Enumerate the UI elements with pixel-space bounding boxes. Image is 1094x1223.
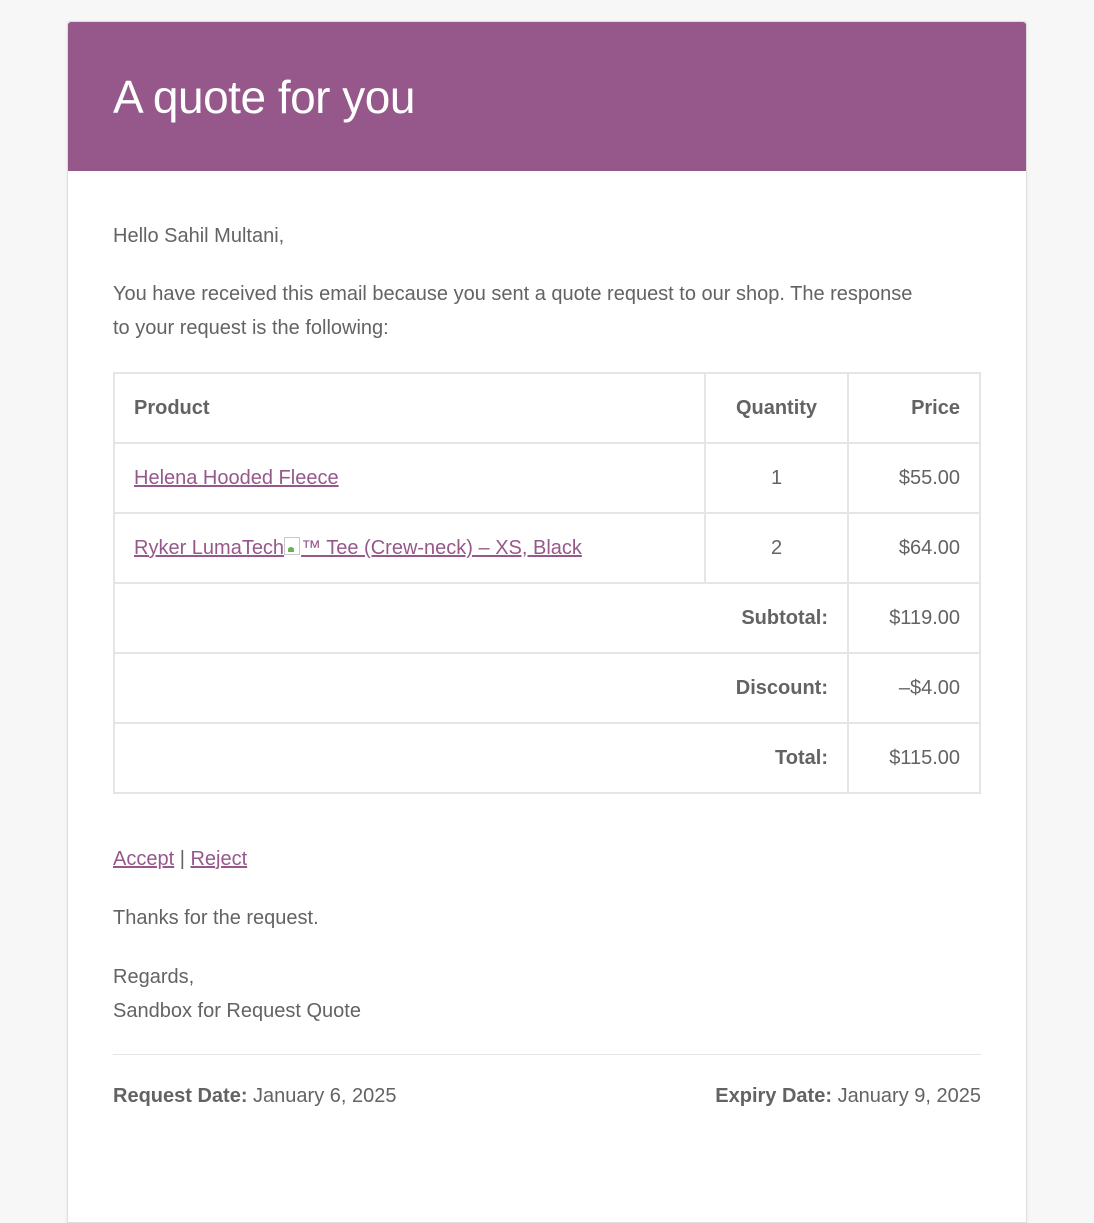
total-value: $115.00 (847, 722, 981, 794)
accept-link[interactable]: Accept (113, 848, 174, 870)
shop-name: Sandbox for Request Quote (113, 1000, 361, 1022)
discount-label: Discount: (113, 652, 849, 724)
expiry-date-value: January 9, 2025 (837, 1085, 981, 1107)
greeting-text: Hello Sahil Multani, (113, 225, 285, 247)
table-row: Helena Hooded Fleece 1 $55.00 (113, 442, 981, 514)
email-container: A quote for you Hello Sahil Multani, You… (67, 21, 1027, 1223)
email-title: A quote for you (113, 70, 415, 123)
product-link-ryker[interactable]: Ryker LumaTech ™ Tee (Crew-neck) – XS, Bl… (134, 537, 582, 559)
subtotal-value: $119.00 (847, 582, 981, 654)
expiry-date: Expiry Date: January 9, 2025 (715, 1079, 981, 1113)
request-date-value: January 6, 2025 (253, 1085, 397, 1107)
header-price: Price (847, 372, 981, 444)
email-header: A quote for you (68, 22, 1026, 171)
quantity-cell: 1 (704, 442, 849, 514)
quote-actions: Accept | Reject (113, 842, 981, 876)
regards-text: Regards, (113, 966, 195, 988)
table-row: Ryker LumaTech ™ Tee (Crew-neck) – XS, Bl… (113, 512, 981, 584)
product-cell: Helena Hooded Fleece (113, 442, 706, 514)
request-date: Request Date: January 6, 2025 (113, 1079, 396, 1113)
action-separator: | (179, 848, 185, 870)
table-header-row: Product Quantity Price (113, 372, 981, 444)
intro-text: You have received this email because you… (113, 283, 913, 339)
subtotal-label: Subtotal: (113, 582, 849, 654)
discount-value: –$4.00 (847, 652, 981, 724)
broken-image-icon (284, 537, 301, 555)
footer-divider (113, 1054, 981, 1055)
product-link-helena[interactable]: Helena Hooded Fleece (134, 467, 339, 489)
price-cell: $55.00 (847, 442, 981, 514)
quote-table: Product Quantity Price Helena Hooded Fle… (113, 372, 981, 794)
header-product: Product (113, 372, 706, 444)
thanks-text: Thanks for the request. (113, 907, 319, 929)
request-date-label: Request Date: (113, 1085, 248, 1107)
product-cell: Ryker LumaTech ™ Tee (Crew-neck) – XS, Bl… (113, 512, 706, 584)
subtotal-row: Subtotal: $119.00 (113, 582, 981, 654)
discount-row: Discount: –$4.00 (113, 652, 981, 724)
total-label: Total: (113, 722, 849, 794)
total-row: Total: $115.00 (113, 722, 981, 794)
product-name-suffix: ™ Tee (Crew-neck) – XS, Black (301, 537, 582, 559)
quantity-cell: 2 (704, 512, 849, 584)
expiry-date-label: Expiry Date: (715, 1085, 832, 1107)
price-cell: $64.00 (847, 512, 981, 584)
product-name-prefix: Ryker LumaTech (134, 537, 285, 559)
email-body: Hello Sahil Multani, You have received t… (68, 171, 1026, 1113)
reject-link[interactable]: Reject (190, 848, 247, 870)
header-quantity: Quantity (704, 372, 849, 444)
quote-dates: Request Date: January 6, 2025 Expiry Dat… (113, 1079, 981, 1113)
